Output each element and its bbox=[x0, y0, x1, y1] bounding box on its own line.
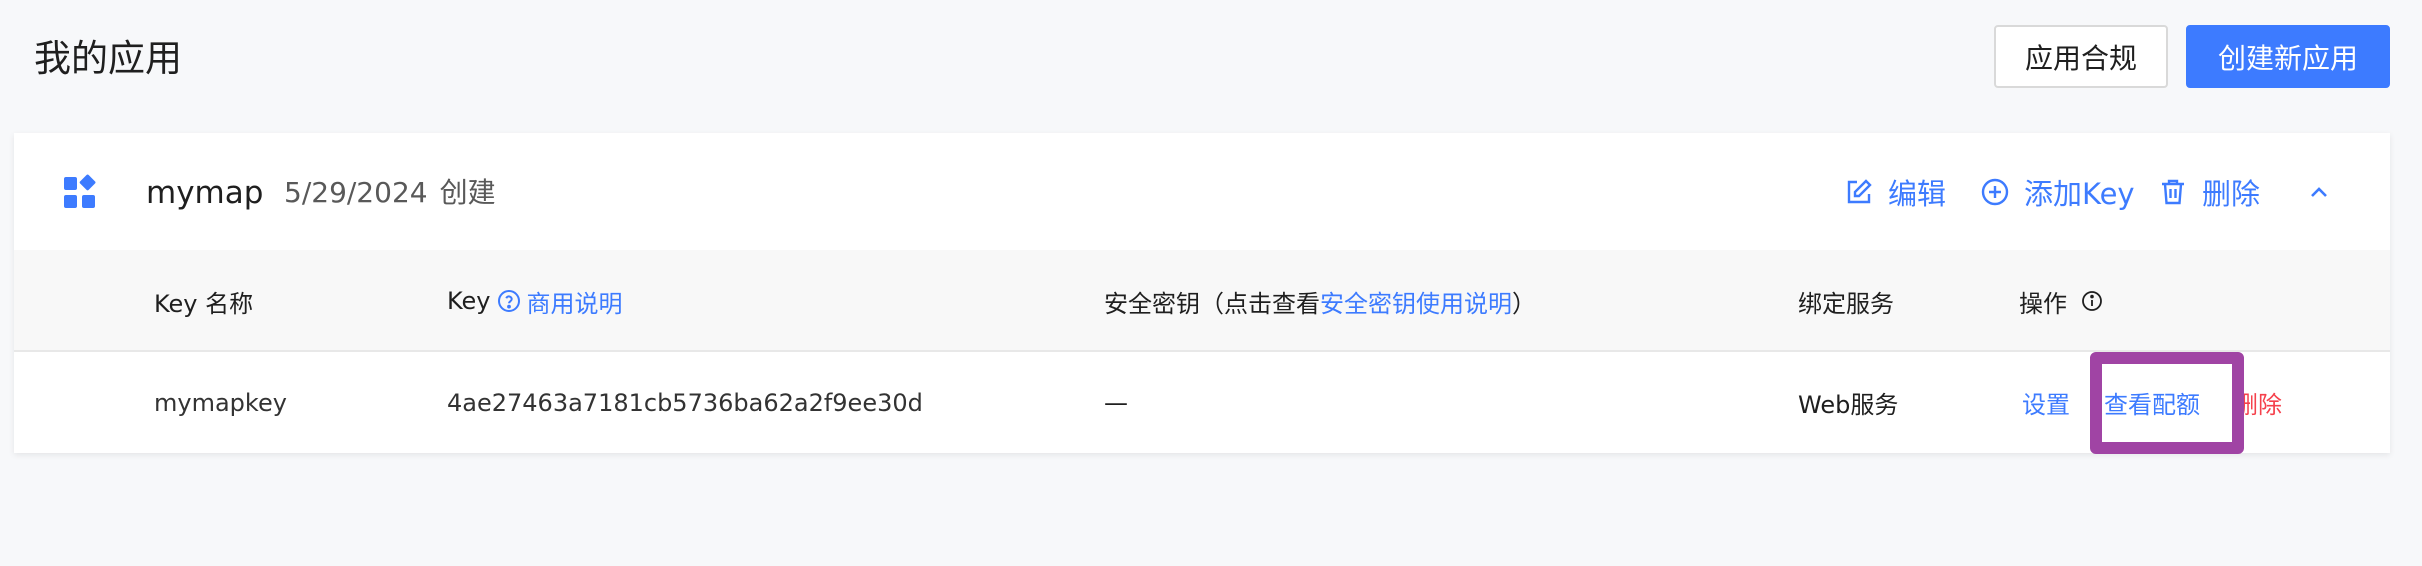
delete-app-button[interactable]: 删除 bbox=[2158, 169, 2260, 215]
col-bound-service: 绑定服务 bbox=[1798, 289, 1894, 318]
col-secret-prefix: 安全密钥（点击查看 bbox=[1104, 289, 1320, 318]
table-row: mymapkey 4ae27463a7181cb5736ba62a2f9ee30… bbox=[14, 352, 2390, 453]
plus-circle-icon bbox=[1981, 178, 2009, 206]
service-cell: Web服务 bbox=[1798, 391, 1899, 419]
col-key-label: Key bbox=[447, 287, 491, 315]
col-secret: 安全密钥（点击查看 安全密钥使用说明） bbox=[1104, 250, 1536, 352]
create-app-button[interactable]: 创建新应用 bbox=[2186, 25, 2390, 88]
created-label: 创建 bbox=[439, 176, 496, 209]
key-table-header: Key 名称 Key 商用说明 安全密钥（点击查看 安全密钥使用说明） 绑定服务 … bbox=[14, 250, 2390, 352]
app-name: mymap bbox=[146, 175, 264, 211]
chevron-up-icon[interactable] bbox=[2304, 177, 2334, 207]
col-key-name: Key 名称 bbox=[154, 289, 254, 318]
key-settings-link[interactable]: 设置 bbox=[2022, 352, 2070, 453]
trash-icon bbox=[2162, 179, 2184, 205]
edit-label: 编辑 bbox=[1888, 177, 1947, 211]
commercial-usage-link[interactable]: 商用说明 bbox=[527, 284, 623, 319]
app-card: mymap 5/29/2024 创建 编辑 添加Key 删除 Key 名称 Key bbox=[14, 133, 2390, 454]
app-created-date: 5/29/2024 创建 bbox=[284, 171, 496, 215]
col-key: Key 商用说明 bbox=[447, 250, 623, 352]
col-secret-suffix: ） bbox=[1512, 289, 1536, 318]
add-key-label: 添加Key bbox=[2024, 177, 2135, 211]
app-grid-icon bbox=[64, 174, 96, 208]
delete-app-label: 删除 bbox=[2202, 177, 2261, 211]
secret-cell: — bbox=[1104, 388, 1128, 417]
app-compliance-button[interactable]: 应用合规 bbox=[1994, 25, 2168, 88]
secret-usage-link[interactable]: 安全密钥使用说明 bbox=[1320, 284, 1512, 319]
edit-icon bbox=[1847, 179, 1872, 204]
key-name-cell: mymapkey bbox=[154, 388, 287, 417]
col-operations-label: 操作 bbox=[2019, 289, 2067, 318]
view-quota-link[interactable]: 查看配额 bbox=[2104, 352, 2200, 453]
created-date: 5/29/2024 bbox=[284, 176, 428, 209]
page-title: 我的应用 bbox=[34, 37, 182, 80]
edit-app-button[interactable]: 编辑 bbox=[1844, 169, 1946, 215]
add-key-button[interactable]: 添加Key bbox=[1980, 169, 2135, 215]
key-value-cell: 4ae27463a7181cb5736ba62a2f9ee30d bbox=[447, 388, 923, 417]
help-circle-icon bbox=[497, 290, 520, 312]
delete-key-link[interactable]: 删除 bbox=[2234, 352, 2282, 453]
col-operations: 操作 bbox=[2019, 250, 2103, 352]
info-icon[interactable] bbox=[2081, 290, 2103, 312]
